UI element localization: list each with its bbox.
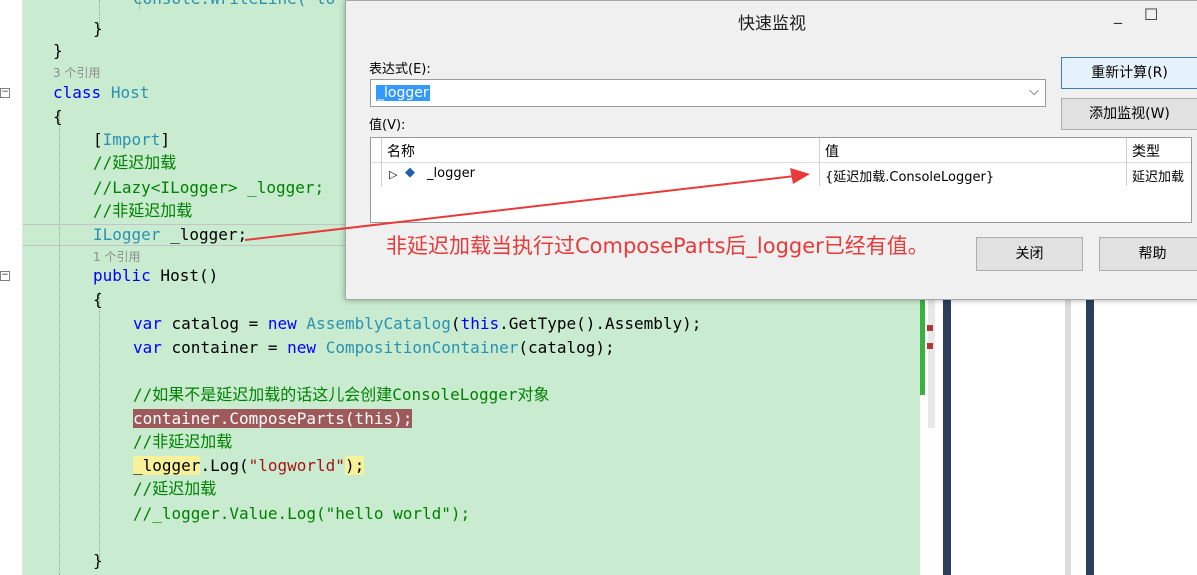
panel-divider [943,298,951,575]
code-line: Console.WriteLine("lo [133,0,335,10]
maximize-button[interactable]: ☐ [1144,5,1158,24]
field-object-icon: ◆ [405,165,415,180]
column-separator[interactable] [1126,138,1127,186]
editor-gutter: − − [0,0,23,575]
column-header-name[interactable]: 名称 [387,141,415,161]
code-line-class-decl: class Host [53,83,150,102]
change-bar [920,295,925,395]
recalculate-button[interactable]: 重新计算(R) [1061,57,1197,89]
add-watch-button[interactable]: 添加监视(W) [1061,98,1197,130]
column-separator [381,138,382,186]
column-header-type[interactable]: 类型 [1132,141,1160,161]
dialog-titlebar[interactable]: 快速监视 _ ☐ [346,1,1197,37]
watch-value-grid[interactable]: 名称 值 类型 ▷ ◆ _logger {延迟加载.ConsoleLogger}… [370,137,1192,223]
minimize-button[interactable]: _ [1114,5,1122,24]
grid-header: 名称 值 类型 [371,138,1191,163]
expand-row-icon[interactable]: ▷ [389,168,397,181]
collapse-ctor-icon[interactable]: − [0,271,10,281]
code-comment: //_logger.Value.Log("hello world"); [133,504,471,523]
codelens-references[interactable]: 1 个引用 [93,250,140,264]
code-comment: //延迟加载 [93,153,177,172]
expression-combobox[interactable]: _logger ⌵ [370,79,1046,107]
value-label: 值(V): [369,118,406,133]
indent-guide [99,292,100,562]
panel-divider [1086,298,1094,575]
code-line-field-decl: ILogger _logger; [93,225,248,244]
chevron-down-icon[interactable]: ⌵ [1029,84,1039,99]
column-header-value[interactable]: 值 [825,141,839,161]
dialog-title: 快速监视 [738,14,806,34]
code-line-log-call: _logger.Log("logworld"); [133,456,365,475]
breakpoint-marker [927,343,933,349]
indent-guide [59,112,60,575]
expression-label: 表达式(E): [369,62,431,77]
code-line-compose-parts: container.ComposeParts(this); [133,408,413,430]
close-button[interactable]: 关闭 [976,237,1083,271]
row-value[interactable]: {延迟加载.ConsoleLogger} [825,166,994,185]
expression-input-text[interactable]: _logger [376,85,430,101]
code-line-container: var container = new CompositionContainer… [133,338,615,357]
codelens-references[interactable]: 3 个引用 [53,66,100,80]
code-comment: //非延迟加载 [93,201,193,220]
code-comment: //如果不是延迟加载的话这儿会创建ConsoleLogger对象 [133,385,550,404]
annotation-text: 非延迟加载当执行过ComposeParts后_logger已经有值。 [386,234,929,258]
code-line: } [93,19,103,38]
code-comment: //延迟加载 [133,479,217,498]
row-name: _logger [427,166,475,181]
current-statement-highlight: _logger [133,456,201,475]
code-comment: //Lazy<ILogger> _logger; [93,178,325,197]
breakpoint-highlight[interactable]: container.ComposeParts(this); [133,409,413,428]
code-line: { [93,290,103,309]
code-comment: //非延迟加载 [133,432,233,451]
vertical-scrollbar[interactable] [928,298,935,428]
panel-divider [1065,298,1071,575]
code-line-catalog: var catalog = new AssemblyCatalog(this.G… [133,314,702,333]
row-type: 延迟加载 [1132,170,1185,185]
code-line: } [93,551,103,570]
breakpoint-marker [927,325,933,331]
code-line-ctor: public Host() [93,266,219,285]
code-line-attribute: [Import] [93,130,171,149]
help-button[interactable]: 帮助 [1099,237,1197,271]
code-line: { [53,107,63,126]
collapse-class-icon[interactable]: − [0,88,10,98]
code-line: } [53,41,63,60]
column-separator[interactable] [819,138,820,186]
